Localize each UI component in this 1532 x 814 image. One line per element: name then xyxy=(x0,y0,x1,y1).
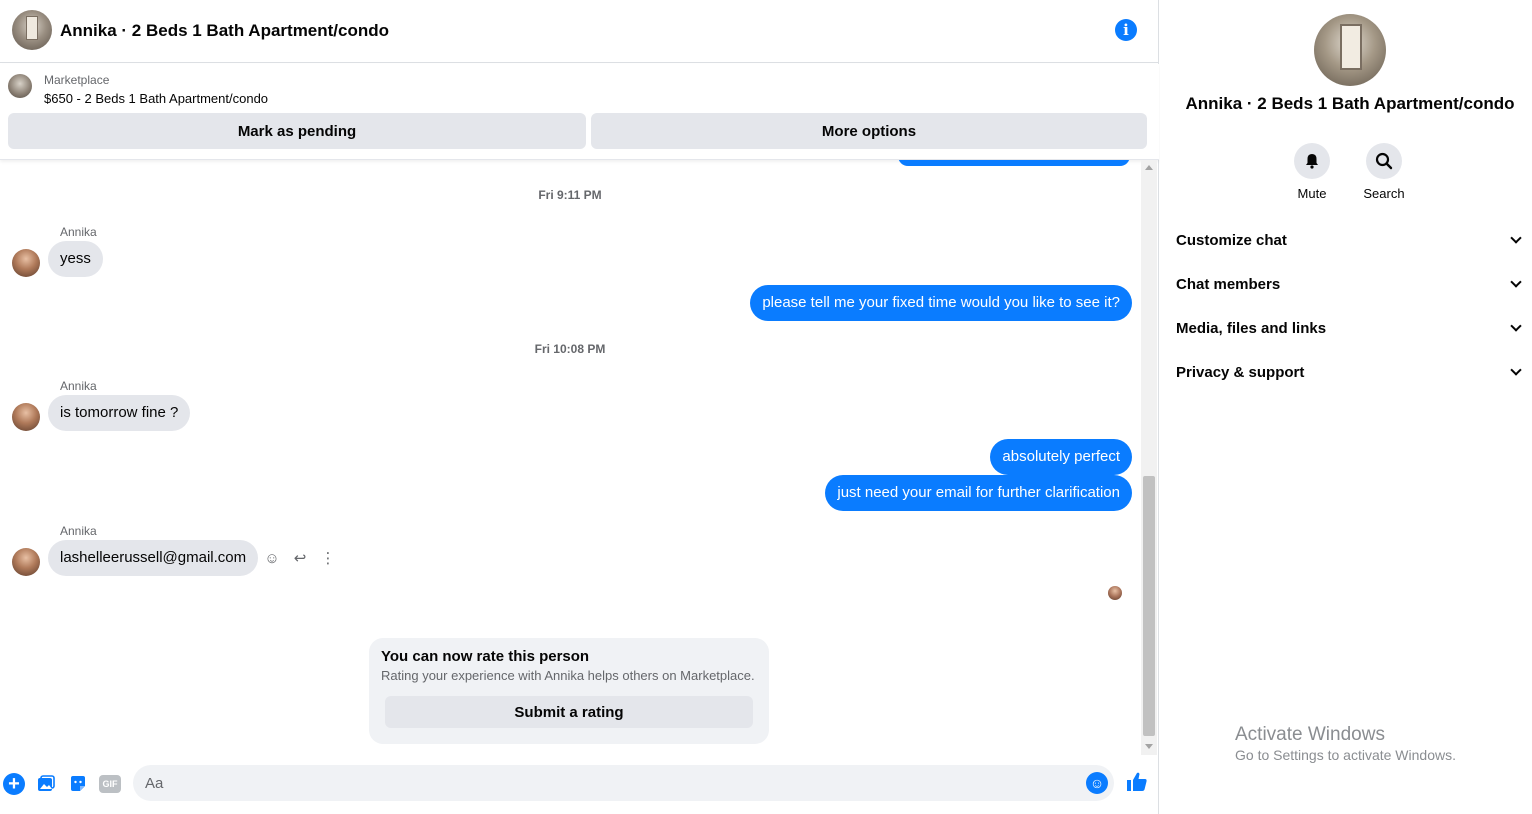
marketplace-label: Marketplace xyxy=(44,73,110,87)
sender-name: Annika xyxy=(60,379,97,393)
message-bubble-incoming[interactable]: yess xyxy=(48,241,103,277)
gallery-icon[interactable] xyxy=(35,773,57,795)
section-label: Media, files and links xyxy=(1176,319,1327,337)
section-media-files-links[interactable]: Media, files and links xyxy=(1176,312,1524,344)
section-customize-chat[interactable]: Customize chat xyxy=(1176,224,1524,256)
mute-button[interactable]: Mute xyxy=(1282,143,1342,201)
bell-icon[interactable] xyxy=(1294,143,1330,179)
listing-thumbnail[interactable] xyxy=(8,74,32,98)
chevron-down-icon xyxy=(1510,364,1522,376)
messenger-app: Annika · 2 Beds 1 Bath Apartment/condo i… xyxy=(0,0,1532,814)
section-label: Customize chat xyxy=(1176,231,1287,249)
watermark-title: Activate Windows xyxy=(1235,724,1385,745)
listing-price-title[interactable]: $650 - 2 Beds 1 Bath Apartment/condo xyxy=(44,91,268,106)
message-actions: ☺ ↩ ⋮ xyxy=(264,551,336,567)
more-options-button[interactable]: More options xyxy=(591,113,1147,149)
message-timestamp: Fri 10:08 PM xyxy=(534,342,606,356)
watermark-subtitle: Go to Settings to activate Windows. xyxy=(1235,747,1456,763)
emoji-icon[interactable]: ☺ xyxy=(1086,772,1108,794)
scroll-up-arrow-icon[interactable] xyxy=(1145,165,1153,170)
sender-name: Annika xyxy=(60,524,97,538)
sticker-icon[interactable] xyxy=(67,773,89,795)
rating-card: You can now rate this person Rating your… xyxy=(369,638,769,744)
info-icon[interactable]: i xyxy=(1115,19,1137,41)
gif-icon[interactable]: GIF xyxy=(99,775,121,793)
section-privacy-support[interactable]: Privacy & support xyxy=(1176,356,1524,388)
message-list: Fri 9:11 PM Annika yess please tell me y… xyxy=(0,160,1140,755)
chat-header: Annika · 2 Beds 1 Bath Apartment/condo i xyxy=(0,0,1159,63)
more-icon[interactable]: ⋮ xyxy=(320,551,336,567)
chevron-down-icon xyxy=(1510,232,1522,244)
listing-avatar[interactable] xyxy=(12,10,52,50)
chevron-down-icon xyxy=(1510,276,1522,288)
avatar[interactable] xyxy=(12,403,40,431)
chevron-down-icon xyxy=(1510,320,1522,332)
reply-icon[interactable]: ↩ xyxy=(292,551,308,567)
section-label: Chat members xyxy=(1176,275,1281,293)
sender-name: Annika xyxy=(60,225,97,239)
windows-activation-watermark: Activate Windows Go to Settings to activ… xyxy=(1235,724,1456,763)
conversation-info-panel: Annika · 2 Beds 1 Bath Apartment/condo M… xyxy=(1160,0,1532,814)
message-input-box[interactable] xyxy=(133,765,1114,801)
message-bubble-outgoing[interactable]: please tell me your fixed time would you… xyxy=(750,285,1132,321)
message-bubble-outgoing-partial[interactable] xyxy=(898,160,1130,166)
section-label: Privacy & support xyxy=(1176,363,1305,381)
mark-as-pending-button[interactable]: Mark as pending xyxy=(8,113,586,149)
plus-icon[interactable]: + xyxy=(3,773,25,795)
composer: + GIF ☺ xyxy=(0,760,1159,814)
avatar[interactable] xyxy=(12,548,40,576)
message-bubble-incoming[interactable]: is tomorrow fine ? xyxy=(48,395,191,431)
scrollbar[interactable] xyxy=(1141,160,1157,755)
scroll-down-arrow-icon[interactable] xyxy=(1145,744,1153,749)
search-button[interactable]: Search xyxy=(1354,143,1414,201)
chat-title[interactable]: Annika · 2 Beds 1 Bath Apartment/condo xyxy=(60,21,389,41)
search-label: Search xyxy=(1363,186,1405,201)
scroll-thumb[interactable] xyxy=(1143,476,1155,736)
message-bubble-outgoing[interactable]: absolutely perfect xyxy=(990,439,1132,475)
seen-indicator-avatar xyxy=(1108,586,1122,600)
search-icon[interactable] xyxy=(1366,143,1402,179)
react-icon[interactable]: ☺ xyxy=(264,551,280,567)
submit-rating-button[interactable]: Submit a rating xyxy=(385,696,753,728)
message-timestamp: Fri 9:11 PM xyxy=(538,188,602,202)
panel-title: Annika · 2 Beds 1 Bath Apartment/condo xyxy=(1185,94,1515,113)
rating-title: You can now rate this person xyxy=(381,648,590,665)
message-input[interactable] xyxy=(145,765,1065,801)
chat-pane: Annika · 2 Beds 1 Bath Apartment/condo i… xyxy=(0,0,1159,814)
rating-subtitle: Rating your experience with Annika helps… xyxy=(381,668,755,683)
message-bubble-incoming[interactable]: lashelleerussell@gmail.com xyxy=(48,540,259,576)
thumbs-up-icon[interactable] xyxy=(1125,770,1149,796)
message-bubble-outgoing[interactable]: just need your email for further clarifi… xyxy=(825,475,1132,511)
mute-label: Mute xyxy=(1297,186,1327,201)
listing-banner: Marketplace $650 - 2 Beds 1 Bath Apartme… xyxy=(0,64,1159,160)
avatar[interactable] xyxy=(12,249,40,277)
section-chat-members[interactable]: Chat members xyxy=(1176,268,1524,300)
panel-avatar[interactable] xyxy=(1314,14,1386,86)
